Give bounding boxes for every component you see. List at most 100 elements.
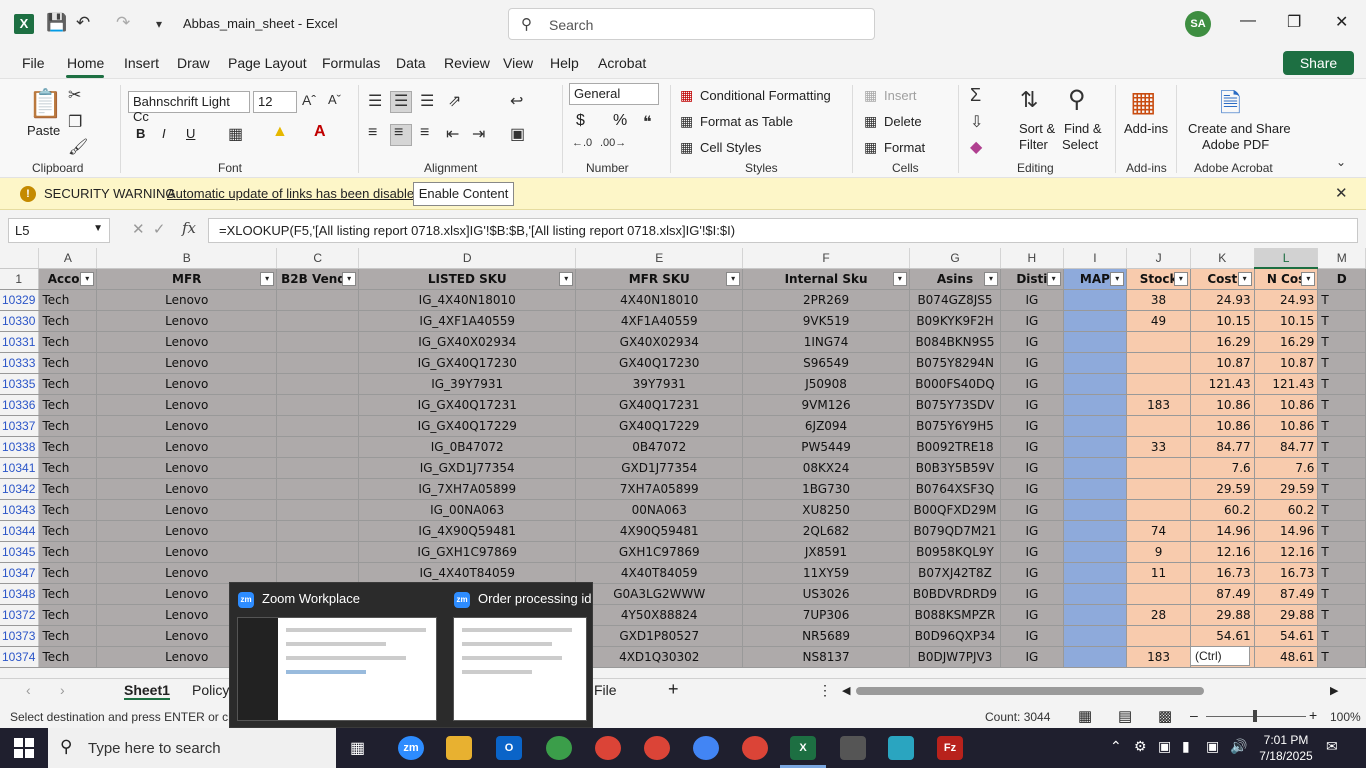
grid-cell[interactable]: IG_GXD1J77354 [358,457,577,479]
row-header[interactable]: 10372 [0,604,40,626]
maximize-icon[interactable]: ❐ [1287,12,1301,32]
chrome-icon[interactable] [595,736,621,760]
grid-cell[interactable]: 121.43 [1190,373,1255,395]
grid-cell[interactable]: IG [1000,499,1064,521]
add-ins-button[interactable]: Add-ins [1124,121,1168,136]
column-header[interactable]: F [742,248,910,269]
grid-cell[interactable]: 16.73 [1254,562,1319,584]
grid-cell[interactable]: T [1317,541,1366,563]
tab-file[interactable]: File [22,55,45,71]
grid-cell[interactable] [1126,415,1191,437]
grid-cell[interactable]: T [1317,604,1366,626]
grid-cell[interactable]: Lenovo [96,352,278,374]
grid-cell[interactable]: Lenovo [96,436,278,458]
add-sheet-icon[interactable]: + [668,679,679,700]
grid-cell[interactable]: GXD1J77354 [575,457,744,479]
grid-cell[interactable]: T [1317,646,1366,668]
grid-cell[interactable]: 84.77 [1190,436,1255,458]
grid-cell[interactable] [276,457,360,479]
grid-cell[interactable] [276,541,360,563]
grid-cell[interactable]: T [1317,625,1366,647]
grid-cell[interactable]: 29.59 [1190,478,1255,500]
grid-cell[interactable]: Tech [38,352,98,374]
font-color-icon[interactable]: A [314,123,326,141]
worksheet-table[interactable]: A B C D E F G H I J K L M 1 Accou ▾ MFR ▾ B2B Vendo ▾ LISTED… [0,248,1366,668]
grid-cell[interactable]: IG_GX40Q17229 [358,415,577,437]
grid-cell[interactable]: 1ING74 [742,331,910,353]
grid-cell[interactable]: 10.86 [1190,415,1255,437]
battery-icon[interactable]: ▮ [1182,738,1190,755]
scroll-left-icon[interactable]: ‹ [26,682,31,698]
outlook-icon[interactable]: O [496,736,522,760]
sheet-tab-policy[interactable]: Policy [192,682,229,698]
grid-cell[interactable]: JX8591 [742,541,910,563]
grid-cell[interactable]: 7.6 [1254,457,1319,479]
grid-cell[interactable] [276,310,360,332]
grid-cell[interactable]: 29.88 [1190,604,1255,626]
column-header[interactable]: H [1000,248,1064,269]
save-icon[interactable]: 💾 [46,13,67,33]
grid-cell[interactable]: Lenovo [96,373,278,395]
tray-icon[interactable]: ⚙ [1134,738,1147,755]
row-header[interactable]: 10348 [0,583,40,605]
grid-cell[interactable]: Tech [38,541,98,563]
grid-cell[interactable]: IG [1000,331,1064,353]
filter-active-icon[interactable]: ▾ [1046,271,1061,286]
grid-cell[interactable]: IG [1000,289,1064,311]
row-header[interactable]: 10374 [0,646,40,668]
grid-cell[interactable] [1063,352,1128,374]
align-bottom-icon[interactable]: ☰ [420,91,434,111]
insert-function-icon[interactable]: fx [182,219,196,237]
grid-cell[interactable]: B0092TRE18 [909,436,1002,458]
grid-cell[interactable]: 4X90Q59481 [575,520,744,542]
grid-cell[interactable]: IG [1000,352,1064,374]
column-header[interactable]: J [1126,248,1191,269]
grid-cell[interactable]: 39Y7931 [575,373,744,395]
grid-cell[interactable] [1126,352,1191,374]
preview-window-order-processing[interactable]: Order processing id [478,591,591,606]
font-name-select[interactable]: Bahnschrift Light Cc [128,91,250,124]
column-title-cell[interactable]: Internal Sku ▾ [742,268,910,290]
grid-cell[interactable] [1126,625,1191,647]
security-warning-message[interactable]: Automatic update of links has been disab… [167,186,421,201]
grid-cell[interactable]: G0A3LG2WWW [575,583,744,605]
tab-data[interactable]: Data [396,55,426,71]
tab-draw[interactable]: Draw [177,55,210,71]
grid-cell[interactable]: IG_4XF1A40559 [358,310,577,332]
tab-view[interactable]: View [503,55,533,71]
grid-cell[interactable]: 10.15 [1254,310,1319,332]
paste-button[interactable]: Paste [27,123,60,138]
enable-content-button[interactable]: Enable Content [413,182,514,206]
grid-cell[interactable]: Tech [38,331,98,353]
grid-cell[interactable]: 14.96 [1254,520,1319,542]
file-explorer-icon[interactable] [446,736,472,760]
chrome-icon[interactable] [644,736,670,760]
grid-cell[interactable] [1063,520,1128,542]
grid-cell[interactable]: Tech [38,478,98,500]
grid-cell[interactable]: IG [1000,562,1064,584]
grid-cell[interactable]: T [1317,478,1366,500]
decrease-decimal-icon[interactable]: .00→ [600,137,626,149]
grid-cell[interactable]: 9 [1126,541,1191,563]
row-header[interactable]: 10341 [0,457,40,479]
grid-cell[interactable]: 29.88 [1254,604,1319,626]
task-view-icon[interactable]: ▦ [350,738,365,758]
fill-icon[interactable]: ⇩ [970,112,983,132]
zoom-slider-thumb[interactable] [1253,710,1257,722]
grid-cell[interactable] [1063,394,1128,416]
row-header[interactable]: 1 [0,268,40,290]
grid-cell[interactable]: 11XY59 [742,562,910,584]
insert-cells-button[interactable]: Insert [884,88,917,103]
search-box[interactable]: ⚲ Search [508,8,875,40]
column-title-cell[interactable]: Cost ▾ [1190,268,1255,290]
grid-cell[interactable] [1063,415,1128,437]
grid-cell[interactable]: IG_0B47072 [358,436,577,458]
grid-cell[interactable]: T [1317,415,1366,437]
orientation-icon[interactable]: ⇗ [448,91,461,111]
grid-cell[interactable]: 54.61 [1190,625,1255,647]
formula-input[interactable]: =XLOOKUP(F5,'[All listing report 0718.xl… [208,218,1358,243]
grid-cell[interactable]: IG [1000,541,1064,563]
preview-thumbnail-order-processing[interactable] [453,617,587,721]
grid-cell[interactable] [276,331,360,353]
grid-cell[interactable]: 29.59 [1254,478,1319,500]
